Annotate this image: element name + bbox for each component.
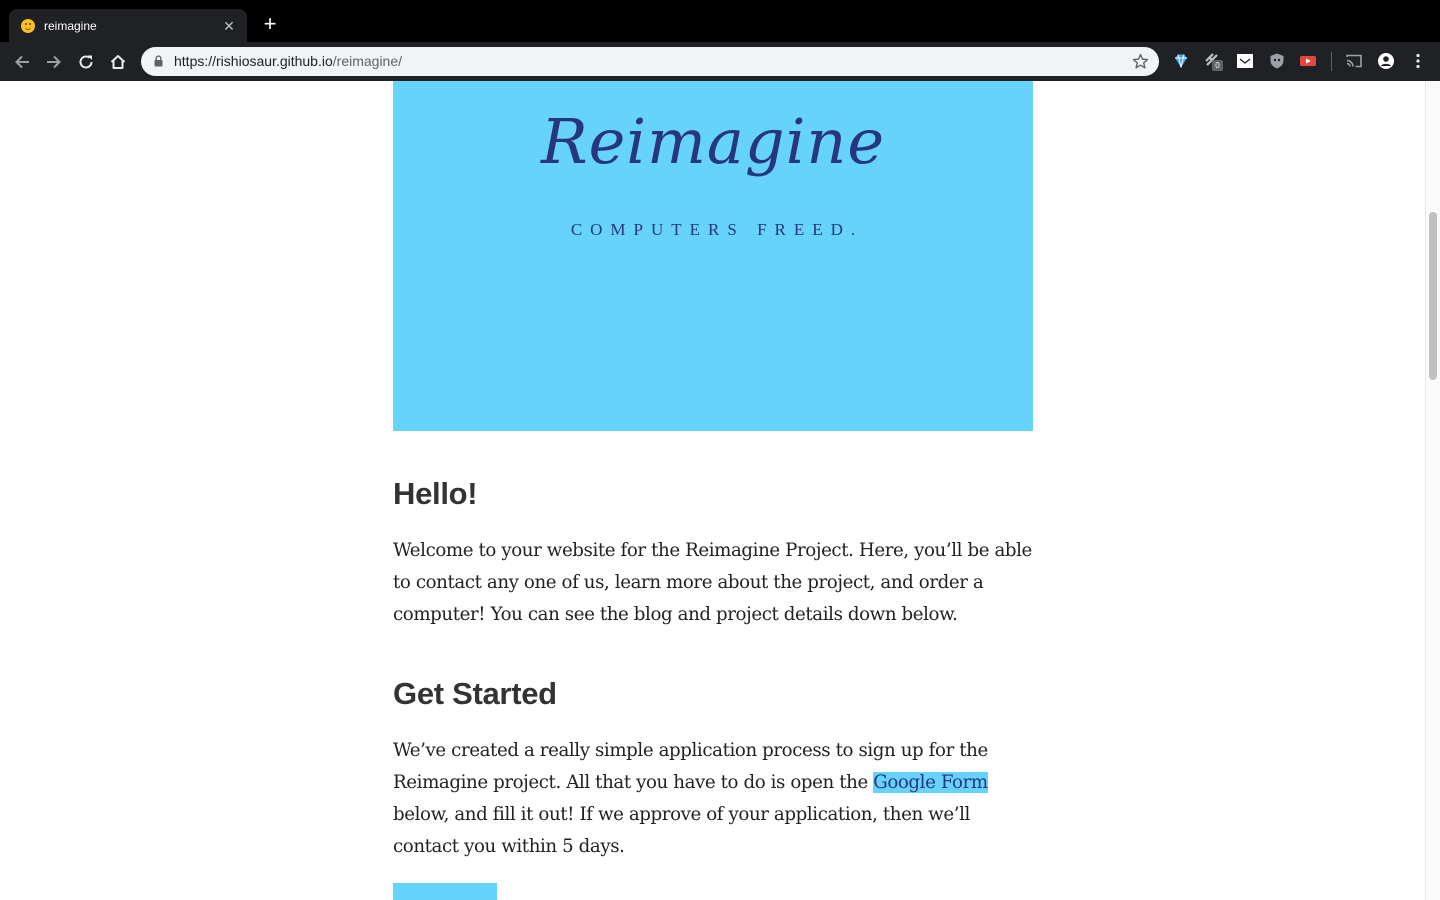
apply-button[interactable] bbox=[393, 883, 497, 900]
url-text[interactable]: https://rishiosaur.github.io/reimagine/ bbox=[174, 53, 402, 69]
scrollbar-thumb[interactable] bbox=[1429, 212, 1437, 380]
url-host: https://rishiosaur.github.io bbox=[174, 53, 333, 69]
get-started-heading: Get Started bbox=[393, 676, 557, 711]
tab-strip: reimagine ✕ + bbox=[0, 0, 1440, 42]
profile-icon[interactable] bbox=[1377, 52, 1395, 70]
toolbar-separator bbox=[1331, 52, 1332, 71]
hello-paragraph: Welcome to your website for the Reimagin… bbox=[393, 540, 1032, 625]
reload-icon[interactable] bbox=[74, 50, 98, 74]
google-form-link[interactable]: Google Form bbox=[873, 772, 988, 793]
hero-tagline: COMPUTERS FREED. bbox=[570, 220, 864, 239]
cast-icon[interactable] bbox=[1345, 52, 1363, 70]
scrollbar[interactable] bbox=[1425, 81, 1440, 900]
forward-icon[interactable] bbox=[42, 50, 66, 74]
tab-title: reimagine bbox=[44, 18, 97, 33]
browser-toolbar: https://rishiosaur.github.io/reimagine/ … bbox=[0, 42, 1440, 81]
satellite-extension-icon[interactable]: 0 bbox=[1204, 52, 1223, 71]
paragraph-text: below, and fill it out! If we approve of… bbox=[393, 804, 970, 857]
hello-heading: Hello! bbox=[393, 476, 478, 511]
page-viewport: Reimagine COMPUTERS FREED. Hello! Welcom… bbox=[0, 81, 1425, 900]
browser-tab[interactable]: reimagine ✕ bbox=[9, 9, 247, 42]
close-tab-icon[interactable]: ✕ bbox=[221, 18, 237, 34]
video-extension-icon[interactable] bbox=[1299, 52, 1317, 70]
hero-banner: Reimagine COMPUTERS FREED. bbox=[393, 81, 1033, 431]
menu-icon[interactable] bbox=[1409, 52, 1427, 70]
shield-extension-icon[interactable] bbox=[1268, 52, 1286, 70]
back-icon[interactable] bbox=[10, 50, 34, 74]
hero-title: Reimagine bbox=[540, 105, 886, 178]
lock-icon[interactable] bbox=[154, 55, 163, 67]
new-tab-button[interactable]: + bbox=[259, 13, 281, 35]
get-started-paragraph: We’ve created a really simple applicatio… bbox=[393, 735, 1013, 863]
bookmark-star-icon[interactable] bbox=[1132, 53, 1149, 70]
extension-badge: 0 bbox=[1212, 60, 1223, 71]
home-icon[interactable] bbox=[106, 50, 130, 74]
url-path: /reimagine/ bbox=[332, 53, 403, 69]
favicon-icon bbox=[21, 18, 35, 33]
envelope-extension-icon[interactable] bbox=[1236, 52, 1254, 70]
diamond-extension-icon[interactable] bbox=[1172, 52, 1190, 70]
address-bar[interactable]: https://rishiosaur.github.io/reimagine/ bbox=[141, 47, 1159, 76]
